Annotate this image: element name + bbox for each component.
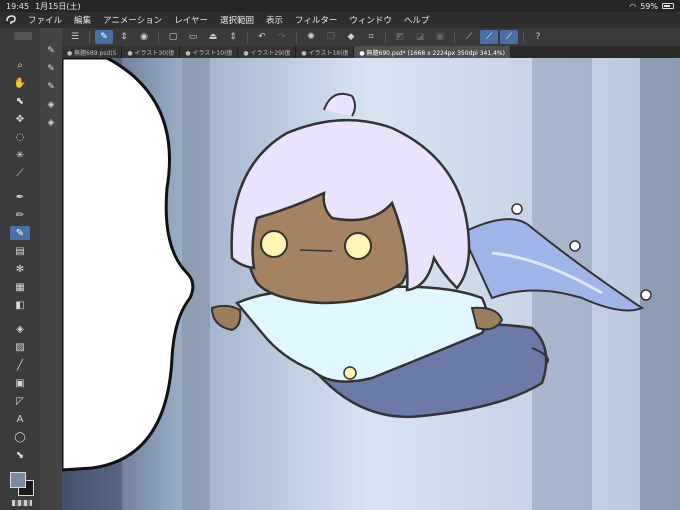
menu-filter[interactable]: フィルター bbox=[289, 14, 343, 26]
redo-icon[interactable]: ↷ bbox=[273, 30, 291, 44]
stabilizer-icon[interactable]: ⟋ bbox=[500, 30, 518, 44]
undo-icon[interactable]: ↶ bbox=[253, 30, 271, 44]
separator bbox=[158, 31, 159, 43]
move-icon[interactable]: ✥ bbox=[10, 112, 30, 126]
lasso-icon[interactable]: ◌ bbox=[10, 130, 30, 144]
line-icon[interactable]: ╱ bbox=[10, 358, 30, 372]
menu-edit[interactable]: 編集 bbox=[68, 14, 97, 26]
add-layer-icon[interactable]: ✎ bbox=[44, 44, 58, 58]
chevron-updown-icon[interactable]: ⇕ bbox=[224, 30, 242, 44]
pen-pressure-icon[interactable]: ⟋ bbox=[480, 30, 498, 44]
battery-percent: 59% bbox=[640, 1, 658, 11]
blend-icon[interactable]: ▦ bbox=[10, 280, 30, 294]
add-vector-layer-icon[interactable]: ✎ bbox=[44, 62, 58, 76]
tab-document[interactable]: ● イラスト10(復 bbox=[180, 46, 239, 58]
menu-selection[interactable]: 選択範囲 bbox=[214, 14, 260, 26]
frame-icon[interactable]: ▣ bbox=[10, 376, 30, 390]
text-icon[interactable]: A bbox=[10, 412, 30, 426]
separator bbox=[454, 31, 455, 43]
quick-access-icon[interactable]: ✎ bbox=[95, 30, 113, 44]
gradient-icon[interactable]: ▨ bbox=[10, 340, 30, 354]
menu-animation[interactable]: アニメーション bbox=[97, 14, 168, 26]
operation-icon[interactable]: ⬉ bbox=[10, 94, 30, 108]
command-bar: ☰ ✎ ⇕ ◉ ▢ ▭ ⏏ ⇕ ↶ ↷ ✺ ❐ ◆ ⌗ ◩ ◪ ▣ ⟋ ⟋ ⟋ … bbox=[62, 28, 680, 46]
menu-view[interactable]: 表示 bbox=[260, 14, 289, 26]
ruler-check-icon[interactable]: ⟋ bbox=[460, 30, 478, 44]
tab-document[interactable]: ● イラスト29(復 bbox=[238, 46, 297, 58]
menu-file[interactable]: ファイル bbox=[22, 14, 68, 26]
separator bbox=[523, 31, 524, 43]
new-file-icon[interactable]: ▢ bbox=[164, 30, 182, 44]
bucket-icon[interactable]: ◈ bbox=[10, 322, 30, 336]
open-folder-icon[interactable]: ▭ bbox=[184, 30, 202, 44]
clear-icon[interactable]: ◩ bbox=[391, 30, 409, 44]
tab-document[interactable]: ● イラスト18(復 bbox=[296, 46, 355, 58]
tool-palette: ⌕ ✋ ⬉ ✥ ◌ ✳ ⟋ ✒ ✏ ✎ ▤ ✻ ▦ ◧ ◈ ▨ ╱ ▣ ◸ A … bbox=[0, 28, 40, 510]
separator bbox=[247, 31, 248, 43]
app-logo-icon[interactable] bbox=[0, 12, 22, 28]
invert-icon[interactable]: ◪ bbox=[411, 30, 429, 44]
drawing-canvas[interactable] bbox=[62, 58, 680, 510]
layer-stack-icon[interactable]: ◈ bbox=[44, 98, 58, 112]
menu-bar: ファイル 編集 アニメーション レイヤー 選択範囲 表示 フィルター ウィンドウ… bbox=[0, 12, 680, 28]
status-bar: 19:45 1月15日(土) ◠ 59% bbox=[0, 0, 680, 12]
sub-tool-palette: ✎ ✎ ✎ ◈ ◈ bbox=[40, 28, 62, 510]
layer-settings-icon[interactable]: ✎ bbox=[44, 80, 58, 94]
status-time: 19:45 bbox=[6, 1, 30, 11]
hamburger-menu-icon[interactable]: ☰ bbox=[66, 30, 84, 44]
separator bbox=[296, 31, 297, 43]
menu-window[interactable]: ウィンドウ bbox=[343, 14, 398, 26]
status-date: 1月15日(土) bbox=[35, 1, 81, 11]
magic-wand-icon[interactable]: ✳ bbox=[10, 148, 30, 162]
airbrush-icon[interactable]: ▤ bbox=[10, 244, 30, 258]
decoration-icon[interactable]: ✻ bbox=[10, 262, 30, 276]
deselect-icon[interactable]: ▣ bbox=[431, 30, 449, 44]
separator bbox=[385, 31, 386, 43]
pen-icon[interactable]: ✒ bbox=[10, 190, 30, 204]
fill-icon[interactable]: ◆ bbox=[342, 30, 360, 44]
separator bbox=[89, 31, 90, 43]
copy-icon[interactable]: ❐ bbox=[322, 30, 340, 44]
tab-document[interactable]: ● イラスト30(復 bbox=[122, 46, 181, 58]
palette-collapse-icon[interactable] bbox=[14, 32, 32, 40]
battery-icon bbox=[662, 3, 674, 9]
illustration bbox=[62, 58, 680, 510]
brush-icon[interactable]: ✎ bbox=[10, 226, 30, 240]
hand-icon[interactable]: ✋ bbox=[10, 76, 30, 90]
zoom-icon[interactable]: ⌕ bbox=[10, 58, 30, 72]
document-tabs: ● 無題689.psd(S ● イラスト30(復 ● イラスト10(復 ● イラ… bbox=[62, 46, 680, 58]
tab-document-active[interactable]: ● 無題690.psd* (1668 x 2224px 350dpi 341.4… bbox=[354, 46, 511, 58]
preview-icon[interactable]: ◉ bbox=[135, 30, 153, 44]
menu-help[interactable]: ヘルプ bbox=[398, 14, 436, 26]
help-icon[interactable]: ? bbox=[529, 30, 547, 44]
transparent-color-icon[interactable] bbox=[12, 500, 32, 506]
wifi-icon: ◠ bbox=[629, 1, 637, 11]
layers-icon[interactable]: ◈ bbox=[44, 116, 58, 130]
main-color-swatch[interactable] bbox=[10, 472, 26, 488]
save-icon[interactable]: ⏏ bbox=[204, 30, 222, 44]
ruler-icon[interactable]: ◸ bbox=[10, 394, 30, 408]
menu-layer[interactable]: レイヤー bbox=[168, 14, 214, 26]
balloon-icon[interactable]: ◯ bbox=[10, 430, 30, 444]
eyedropper-icon[interactable]: ⟋ bbox=[10, 166, 30, 180]
pencil-icon[interactable]: ✏ bbox=[10, 208, 30, 222]
loading-icon: ✺ bbox=[307, 32, 315, 42]
eraser-icon[interactable]: ◧ bbox=[10, 298, 30, 312]
correct-line-icon[interactable]: ⬊ bbox=[10, 448, 30, 462]
tab-document[interactable]: ● 無題689.psd(S bbox=[62, 46, 123, 58]
crop-icon[interactable]: ⌗ bbox=[362, 30, 380, 44]
chevron-updown-icon[interactable]: ⇕ bbox=[115, 30, 133, 44]
